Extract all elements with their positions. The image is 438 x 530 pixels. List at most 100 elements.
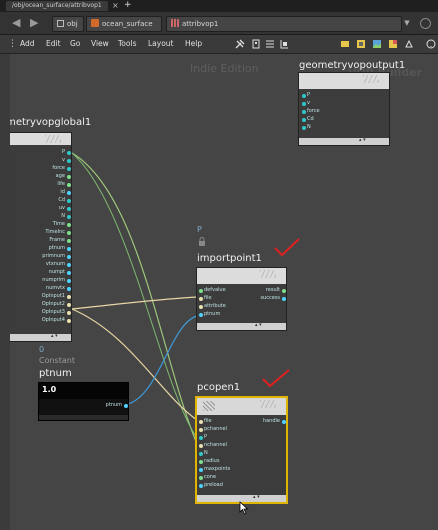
node-header (197, 398, 286, 415)
layout-icon[interactable] (279, 39, 289, 49)
network-box-icon[interactable] (356, 39, 366, 49)
snap-icon[interactable] (251, 39, 261, 49)
breadcrumb-obj[interactable]: obj (52, 16, 84, 32)
network-editor-canvas[interactable]: Indie Edition VOP Builder P v force age … (10, 54, 438, 530)
input-pin-cone[interactable]: cone (199, 474, 216, 481)
global-node-title: ometryvopglobal1 (10, 117, 92, 128)
input-pin-file[interactable]: file (199, 295, 212, 302)
node-header-stripe (363, 75, 379, 83)
input-pin-preload[interactable]: preload (199, 482, 223, 489)
input-pin-force[interactable]: force (302, 108, 320, 115)
output-pin-cd[interactable]: Cd (58, 197, 71, 204)
constant-type-label: Constant (39, 356, 75, 365)
input-pin-cd[interactable]: Cd (302, 116, 314, 123)
breadcrumb-ocean-surface[interactable]: ocean_surface (86, 16, 162, 32)
importpoint-node[interactable]: defvalue file attribute ptnum result suc… (196, 267, 287, 331)
output-pin-numpt[interactable]: numpt (49, 269, 71, 276)
network-tab[interactable]: /obj/ocean_surface/attribvop1 (6, 1, 108, 11)
node-footer (39, 415, 128, 420)
constant-node[interactable]: 1.0 ptnum (38, 382, 129, 421)
forward-button[interactable]: ▶ (30, 17, 38, 29)
output-pin-success[interactable]: success (260, 295, 286, 302)
output-node-title: geometryvopoutput1 (299, 60, 406, 71)
mouse-cursor-icon (239, 501, 249, 515)
menu-edit[interactable]: Edit (46, 35, 61, 53)
input-pin-n[interactable]: N (302, 124, 311, 131)
menu-go[interactable]: Go (70, 35, 80, 53)
pointcloud-icon (203, 401, 215, 411)
shape-palette-icon[interactable] (404, 39, 414, 49)
importpoint-type-label: P (197, 225, 202, 234)
input-pin-attribute[interactable]: attribute (199, 303, 226, 310)
wire-opinput1-to-file (71, 296, 198, 310)
output-pin-frame[interactable]: Frame (49, 237, 71, 244)
output-pin-v[interactable]: v (62, 157, 71, 164)
output-pin-primnum[interactable]: primnum (42, 253, 71, 260)
node-header (299, 73, 389, 89)
menu-view[interactable]: View (91, 35, 109, 53)
pin-icon[interactable] (420, 18, 431, 29)
checkmark-annotation-icon (274, 238, 300, 257)
left-gutter (0, 54, 10, 530)
output-pin-opinput3[interactable]: OpInput3 (42, 309, 71, 316)
output-pin-uv[interactable]: uv (59, 205, 71, 212)
input-pin-defvalue[interactable]: defvalue (199, 287, 226, 294)
image-icon[interactable] (372, 39, 382, 49)
input-pin-ptnum[interactable]: ptnum (199, 311, 220, 318)
geometryvopoutput-node[interactable]: P v force Cd N ▴ ▾ (298, 72, 390, 146)
output-pin-timeinc[interactable]: TimeInc (45, 229, 71, 236)
input-pin-maxpoints[interactable]: maxpoints (199, 466, 230, 473)
menu-tools[interactable]: Tools (118, 35, 136, 53)
output-pin-handle[interactable]: handle (263, 418, 286, 425)
output-pin-n[interactable]: N (61, 213, 71, 220)
menu-bar: ⋮ Add Edit Go View Tools Layout Help (0, 35, 438, 54)
pcopen-node-title: pcopen1 (197, 382, 241, 393)
tab-close-button[interactable]: × (112, 0, 119, 11)
vop-node-icon (171, 19, 179, 27)
output-pin-opinput1[interactable]: OpInput1 (42, 293, 71, 300)
list-view-icon[interactable] (265, 39, 275, 49)
input-pin-p[interactable]: P (302, 92, 310, 99)
output-pin-p[interactable]: P (62, 149, 71, 156)
output-pin-vtxnum[interactable]: vtxnum (46, 261, 71, 268)
help-icon[interactable] (426, 39, 436, 49)
output-pin-opinput4[interactable]: OpInput4 (42, 317, 71, 324)
back-button[interactable]: ◀ (12, 17, 20, 29)
tools-wrench-icon[interactable] (235, 39, 245, 49)
output-pin-time[interactable]: Time (53, 221, 71, 228)
breadcrumb-attribvop[interactable]: attribvop1 (166, 16, 402, 32)
constant-value-display: 1.0 (39, 383, 128, 399)
output-pin-opinput2[interactable]: OpInput2 (42, 301, 71, 308)
node-header (10, 133, 71, 145)
constant-value: 1.0 (42, 385, 57, 394)
output-pin-life[interactable]: life (57, 181, 71, 188)
output-pin-id[interactable]: id (60, 189, 71, 196)
add-tab-button[interactable]: + (124, 0, 132, 11)
input-pin-radius[interactable]: radius (199, 458, 219, 465)
geometryvopglobal-node[interactable]: P v force age life id Cd uv N Time TimeI… (10, 132, 72, 342)
path-dropdown-button[interactable]: ▼ (402, 17, 412, 29)
geometry-node-icon (91, 19, 99, 27)
node-header-stripe (45, 135, 61, 143)
input-pin-v[interactable]: v (302, 100, 310, 107)
output-pin-numvtx[interactable]: numvtx (46, 285, 71, 292)
node-header-stripe (260, 400, 276, 408)
output-pin-ptnum[interactable]: ptnum (49, 245, 71, 252)
lock-icon (199, 237, 205, 246)
input-pin-pchannel[interactable]: pchannel (199, 426, 227, 433)
output-pin-age[interactable]: age (56, 173, 71, 180)
sticky-note-icon[interactable] (340, 39, 350, 49)
color-palette-icon[interactable] (388, 39, 398, 49)
input-pin-nchannel[interactable]: nchannel (199, 442, 227, 449)
pcopen-node[interactable]: file pchannel P nchannel N radius maxpoi… (195, 396, 288, 504)
menu-add[interactable]: Add (20, 35, 35, 53)
output-pin-ptnum[interactable]: ptnum (106, 402, 128, 409)
output-pin-numprim[interactable]: numprim (42, 277, 71, 284)
menu-layout[interactable]: Layout (148, 35, 174, 53)
input-pin-p[interactable]: P (199, 434, 207, 441)
menu-help[interactable]: Help (185, 35, 202, 53)
output-pin-result[interactable]: result (266, 287, 286, 294)
input-pin-file[interactable]: file (199, 418, 212, 425)
input-pin-n[interactable]: N (199, 450, 208, 457)
output-pin-force[interactable]: force (52, 165, 71, 172)
